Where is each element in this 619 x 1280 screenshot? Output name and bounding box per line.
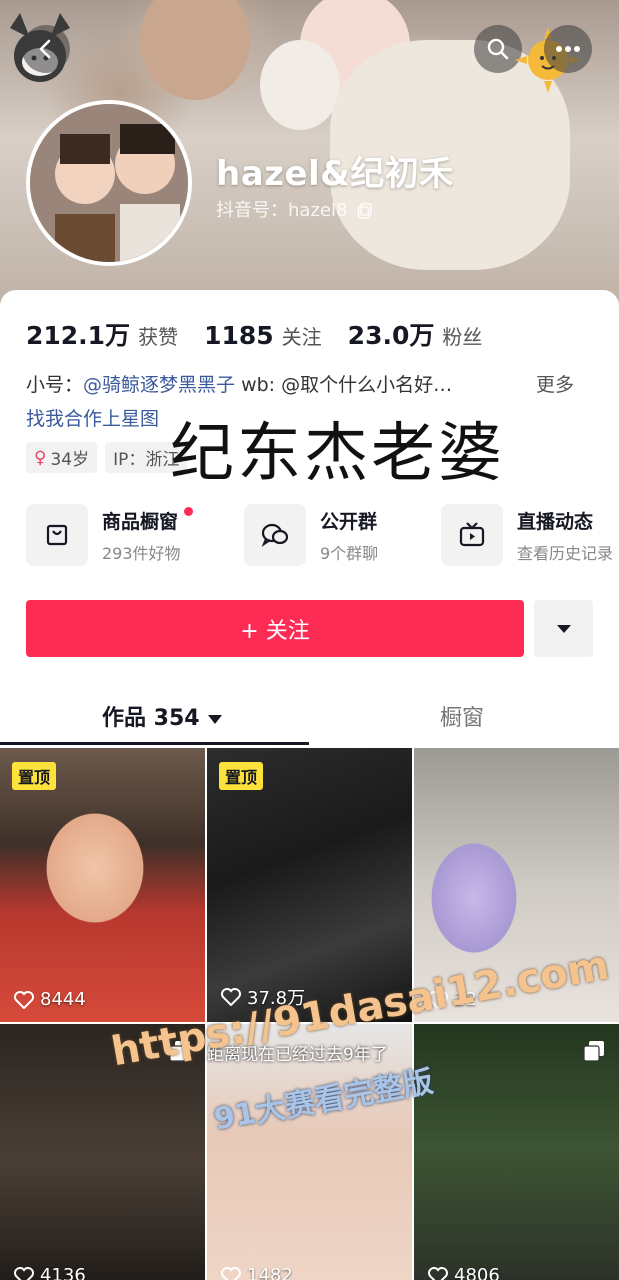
douyin-id-text: 抖音号：hazel8 [216, 200, 348, 221]
more-dots-icon [556, 46, 580, 52]
feature-live-sub: 查看历史记录 [517, 543, 614, 563]
pinned-badge: 置顶 [219, 762, 264, 790]
heart-icon [14, 990, 34, 1009]
multi-image-icon [583, 1041, 604, 1062]
feature-public-group[interactable]: 公开群 9个群聊 [244, 504, 378, 566]
bio-prefix: 小号： [26, 374, 84, 396]
video-like-count: 4136 [40, 1265, 86, 1280]
overlay-caption: 纪东杰老婆 [170, 417, 505, 491]
back-button[interactable] [22, 25, 70, 73]
feature-live-history[interactable]: 直播动态 查看历史记录 [441, 504, 613, 566]
heart-icon [14, 1266, 34, 1280]
caret-down-icon [556, 624, 571, 633]
followers-label: 粉丝 [442, 325, 483, 349]
avatar[interactable] [26, 100, 192, 266]
tab-active-indicator [0, 742, 309, 745]
pinned-badge: 置顶 [12, 762, 57, 790]
copy-icon[interactable] [357, 203, 373, 219]
feature-shop-window[interactable]: 商品橱窗 293件好物 [26, 504, 193, 566]
video-thumbnail[interactable]: 置顶 8444 [0, 748, 205, 1022]
followers-count[interactable]: 23.0万 [348, 316, 435, 352]
chevron-left-icon [39, 39, 51, 59]
profile-tags: ♀ 34岁 IP：浙江 [26, 442, 188, 473]
likes-label: 获赞 [138, 325, 179, 349]
feature-group-sub: 9个群聊 [320, 543, 379, 563]
shop-icon [46, 524, 68, 546]
age-text: 34岁 [50, 450, 90, 470]
video-like-count: 8444 [40, 989, 86, 1010]
douyin-id[interactable]: 抖音号：hazel8 [216, 196, 373, 222]
caret-down-icon [207, 714, 222, 724]
following-label: 关注 [281, 325, 322, 349]
female-icon: ♀ [34, 447, 47, 468]
tab-works-label: 作品 354 [102, 706, 200, 731]
tab-works[interactable]: 作品 354 [102, 700, 222, 732]
following-count[interactable]: 1185 [204, 321, 274, 350]
bio-weibo: wb: @取个什么小名好… [235, 374, 453, 396]
bio-more-button[interactable]: 更多 [536, 370, 574, 397]
bio-alt-account-link[interactable]: @骑鲸逐梦黑黑子 [83, 374, 235, 396]
heart-icon [428, 1266, 448, 1280]
video-like-count: 4806 [454, 1265, 500, 1280]
profile-stats: 212.1万 获赞 1185 关注 23.0万 粉丝 [26, 316, 508, 352]
tv-icon [459, 522, 485, 547]
feature-live-title: 直播动态 [517, 510, 594, 533]
feature-shop-title: 商品橱窗 [102, 510, 179, 533]
chat-icon [261, 523, 289, 547]
follow-button[interactable]: + 关注 [26, 600, 524, 657]
video-thumbnail[interactable]: 4806 [414, 1024, 619, 1280]
heart-icon [221, 1266, 241, 1280]
more-button[interactable] [544, 25, 592, 73]
heart-icon [221, 988, 241, 1006]
recommend-dropdown-button[interactable] [534, 600, 593, 657]
profile-nickname: hazel&纪初禾 [216, 154, 454, 194]
notification-dot [183, 506, 193, 516]
video-like-count: 1482 [247, 1265, 293, 1280]
bio-collab-link[interactable]: 找我合作上星图 [26, 404, 159, 431]
tab-shop-window[interactable]: 橱窗 [440, 700, 484, 732]
feature-row: 商品橱窗 293件好物 公开群 9个群聊 直播动态 查看历史记录 [26, 504, 619, 570]
feature-group-title: 公开群 [320, 510, 378, 533]
feature-shop-sub: 293件好物 [102, 543, 181, 563]
search-icon [487, 38, 509, 60]
bio-line: 小号：@骑鲸逐梦黑黑子 wb: @取个什么小名好… [26, 370, 452, 397]
profile-tabs: 作品 354 橱窗 [0, 690, 619, 746]
likes-count[interactable]: 212.1万 [26, 316, 130, 352]
age-tag: ♀ 34岁 [26, 442, 98, 473]
avatar-photo [30, 104, 188, 262]
